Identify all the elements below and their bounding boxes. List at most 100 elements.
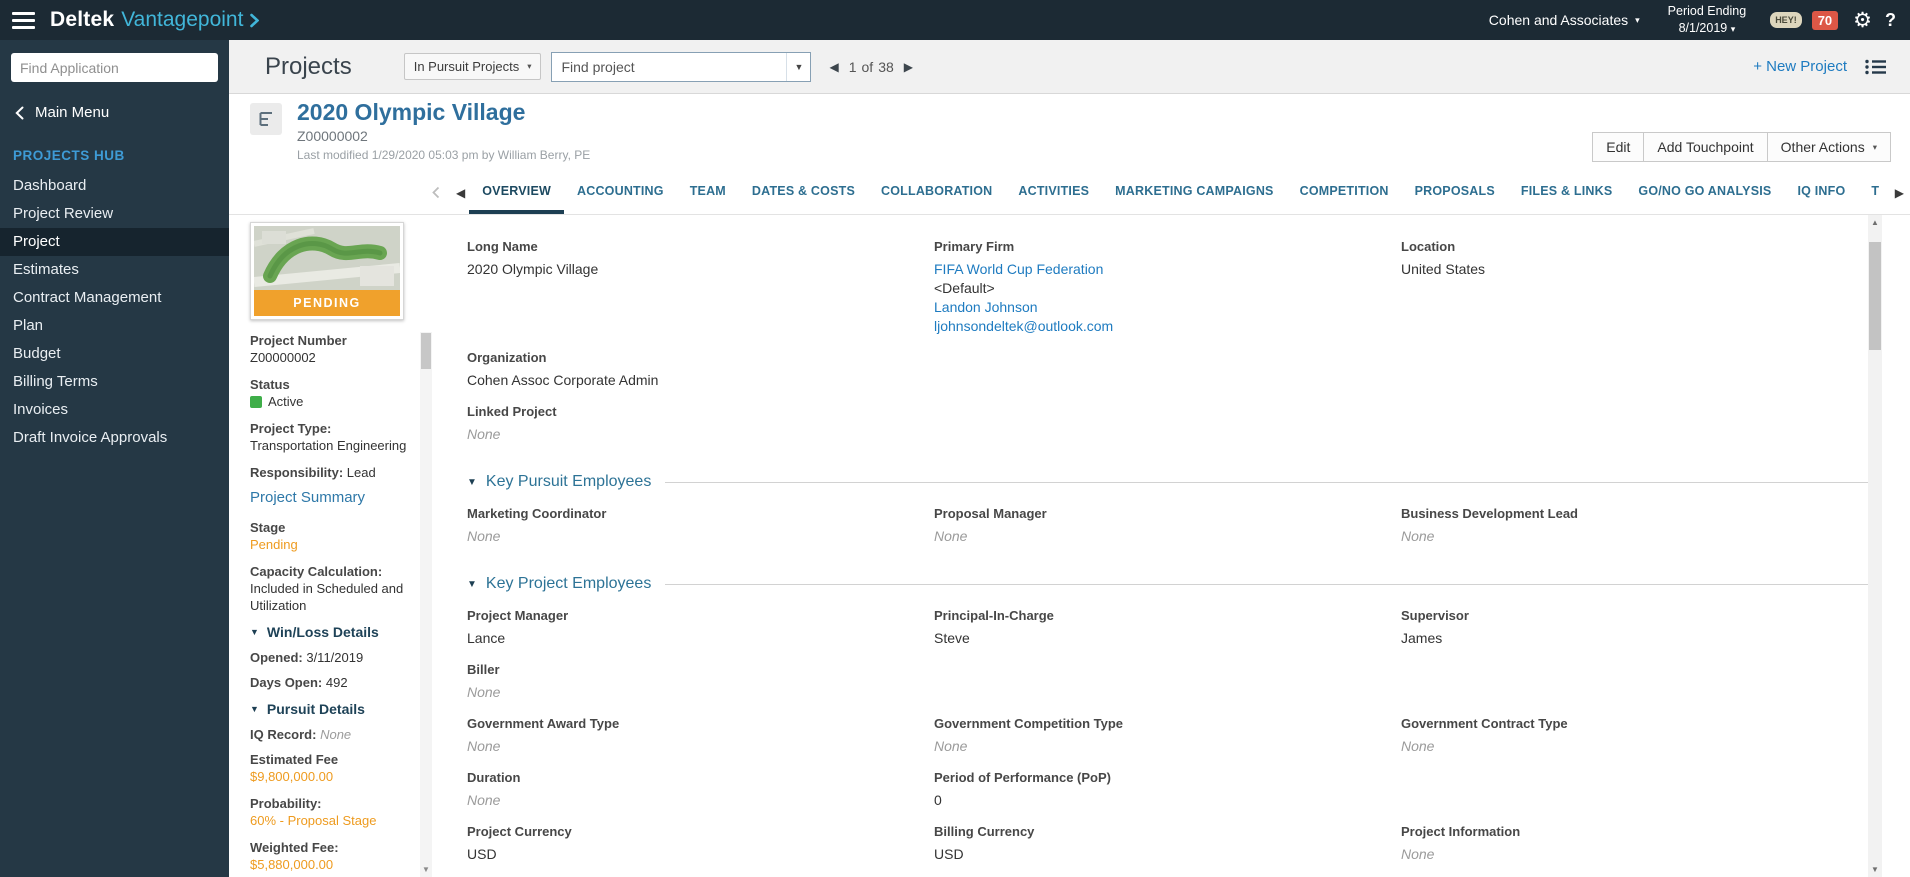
field-primary-firm: Primary Firm FIFA World Cup Federation <De… (934, 239, 1401, 336)
section-title: Key Pursuit Employees (485, 473, 652, 490)
form-row: Biller None (467, 662, 1868, 702)
field-biller: Biller None (467, 662, 934, 702)
hey-badge[interactable]: HEY! (1770, 12, 1802, 28)
tab-accounting[interactable]: ACCOUNTING (564, 171, 677, 214)
add-touchpoint-button[interactable]: Add Touchpoint (1643, 132, 1768, 162)
field-label: Days Open: (250, 675, 326, 690)
settings-gear-icon[interactable]: ⚙ (1853, 10, 1872, 31)
summary-link-project-summary[interactable]: Project Summary (250, 489, 414, 506)
prev-record-icon[interactable]: ◀ (829, 60, 838, 74)
field-value: None (467, 792, 501, 808)
tab-t[interactable]: T (1858, 171, 1892, 214)
new-project-link[interactable]: + New Project (1753, 58, 1847, 75)
main-scrollbar[interactable]: ▲ ▼ (1868, 215, 1882, 877)
field-value: 492 (325, 675, 348, 690)
project-title: 2020 Olympic Village (297, 99, 526, 125)
sidebar-item-invoices[interactable]: Invoices (0, 396, 229, 424)
sidebar-item-billing-terms[interactable]: Billing Terms (0, 368, 229, 396)
hamburger-menu-icon[interactable] (12, 11, 35, 29)
collapse-triangle-icon[interactable]: ▼ (467, 477, 477, 488)
tabs-scroll-left-icon[interactable]: ◀ (456, 186, 465, 200)
app-logo[interactable]: Deltek Vantagepoint (50, 8, 260, 32)
tab-files-links[interactable]: FILES & LINKS (1508, 171, 1626, 214)
tab-activities[interactable]: ACTIVITIES (1005, 171, 1102, 214)
sidebar-item-plan[interactable]: Plan (0, 312, 229, 340)
period-ending-selector[interactable]: Period Ending 8/1/2019 ▾ (1668, 3, 1747, 37)
list-view-icon[interactable] (1865, 59, 1886, 75)
field-value-link[interactable]: ljohnsondeltek@outlook.com (934, 317, 1371, 336)
sidebar-item-budget[interactable]: Budget (0, 340, 229, 368)
tab-dates-costs[interactable]: DATES & COSTS (739, 171, 868, 214)
sidebar-item-estimates[interactable]: Estimates (0, 256, 229, 284)
collapse-triangle-icon[interactable]: ▼ (250, 704, 259, 714)
company-selector[interactable]: Cohen and Associates ▾ (1489, 12, 1640, 28)
tab-proposals[interactable]: PROPOSALS (1402, 171, 1508, 214)
help-icon[interactable]: ? (1885, 10, 1896, 31)
sidebar-item-contract-management[interactable]: Contract Management (0, 284, 229, 312)
project-photo-image (254, 226, 400, 290)
tab-competition[interactable]: COMPETITION (1287, 171, 1402, 214)
form-row: Project Manager Lance Principal-In-Charge S… (467, 608, 1868, 648)
field-value: None (467, 684, 501, 700)
field-value-link[interactable]: FIFA World Cup Federation (934, 260, 1371, 279)
summary-section-win-loss-details[interactable]: ▼ Win/Loss Details (250, 624, 414, 640)
field-label: Estimated Fee (250, 752, 339, 767)
field-label: Duration (467, 770, 521, 785)
summary-scroll-down-icon[interactable]: ▼ (420, 863, 432, 877)
next-record-icon[interactable]: ▶ (904, 60, 913, 74)
field-value: United States (1401, 261, 1486, 277)
sidebar-item-draft-invoice-approvals[interactable]: Draft Invoice Approvals (0, 424, 229, 452)
tab-list: OVERVIEW ACCOUNTING TEAM DATES & COSTS COLLA… (469, 171, 1893, 214)
combobox-dropdown-icon[interactable]: ▼ (786, 52, 810, 81)
field-value: None (320, 727, 352, 742)
field-value: None (934, 528, 968, 544)
collapse-triangle-icon[interactable]: ▼ (250, 627, 259, 637)
chevron-left-icon (15, 106, 24, 119)
collapse-panel-icon[interactable] (432, 186, 440, 199)
scroll-down-icon[interactable]: ▼ (1868, 862, 1882, 877)
summary-section-pursuit-details[interactable]: ▼ Pursuit Details (250, 701, 414, 717)
sidebar-item-project[interactable]: Project (0, 228, 229, 256)
main-scrollbar-track[interactable] (1868, 230, 1882, 862)
find-project-input[interactable] (552, 52, 787, 81)
tab-go-no-go-analysis[interactable]: GO/NO GO ANALYSIS (1625, 171, 1784, 214)
notification-count-badge[interactable]: 70 (1811, 10, 1839, 30)
main-menu-back[interactable]: Main Menu (0, 91, 229, 136)
project-photo[interactable]: PENDING (250, 222, 404, 320)
edit-button[interactable]: Edit (1592, 132, 1645, 162)
tab-iq-info[interactable]: IQ INFO (1784, 171, 1858, 214)
form-row: Government Award Type None Government Comp… (467, 716, 1868, 756)
field-label: Project Currency (467, 824, 572, 839)
sidebar-item-dashboard[interactable]: Dashboard (0, 172, 229, 200)
project-filter-dropdown[interactable]: In Pursuit Projects ▾ (403, 53, 542, 80)
other-actions-label: Other Actions (1780, 139, 1865, 155)
hierarchy-button[interactable] (250, 103, 282, 135)
field-label: Project Type: (250, 421, 332, 436)
page-title: Projects (265, 52, 352, 80)
tab-overview[interactable]: OVERVIEW (469, 171, 564, 214)
field-government-award-type: Government Award Type None (467, 716, 934, 756)
field-value-link[interactable]: Landon Johnson (934, 298, 1371, 317)
sidebar-item-project-review[interactable]: Project Review (0, 200, 229, 228)
field-value: Lead (346, 465, 376, 480)
field-organization: Organization Cohen Assoc Corporate Admin (467, 350, 934, 390)
section-key-pursuit-employees: ▼ Key Pursuit Employees (467, 473, 1868, 491)
collapse-triangle-icon[interactable]: ▼ (467, 579, 477, 590)
find-project-combobox[interactable]: ▼ (551, 51, 812, 82)
tab-marketing-campaigns[interactable]: MARKETING CAMPAIGNS (1102, 171, 1286, 214)
tabs-scroll-right-icon[interactable]: ▶ (1895, 186, 1904, 200)
field-project-currency: Project Currency USD (467, 824, 934, 864)
tab-team[interactable]: TEAM (677, 171, 739, 214)
main-scrollbar-thumb[interactable] (1869, 242, 1881, 350)
summary-section-title: Pursuit Details (266, 701, 365, 717)
tab-collaboration[interactable]: COLLABORATION (868, 171, 1005, 214)
summary-field-responsibility: Responsibility: Lead (250, 464, 414, 481)
summary-scrollbar[interactable]: ▼ (420, 332, 432, 877)
summary-scrollbar-track[interactable] (420, 370, 432, 863)
summary-scrollbar-thumb[interactable] (421, 333, 431, 369)
app-window: Deltek Vantagepoint Cohen and Associates… (0, 0, 1910, 877)
scroll-up-icon[interactable]: ▲ (1868, 215, 1882, 230)
other-actions-button[interactable]: Other Actions ▾ (1766, 132, 1891, 162)
find-application-input[interactable] (11, 53, 218, 82)
active-status-icon (250, 395, 262, 408)
